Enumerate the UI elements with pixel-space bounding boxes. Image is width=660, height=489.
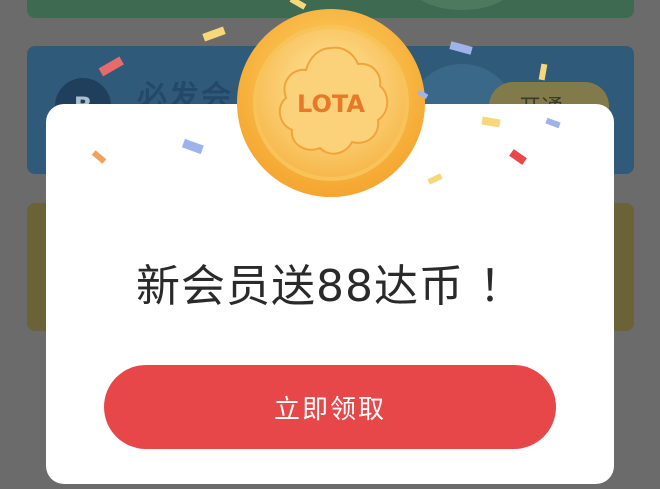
coin-logo-text: LOTA — [297, 90, 365, 118]
claim-now-button[interactable]: 立即领取 — [104, 365, 556, 449]
modal-title: 新会员送88达币 ！ — [136, 261, 524, 312]
gold-coin-icon: LOTA — [236, 8, 426, 198]
